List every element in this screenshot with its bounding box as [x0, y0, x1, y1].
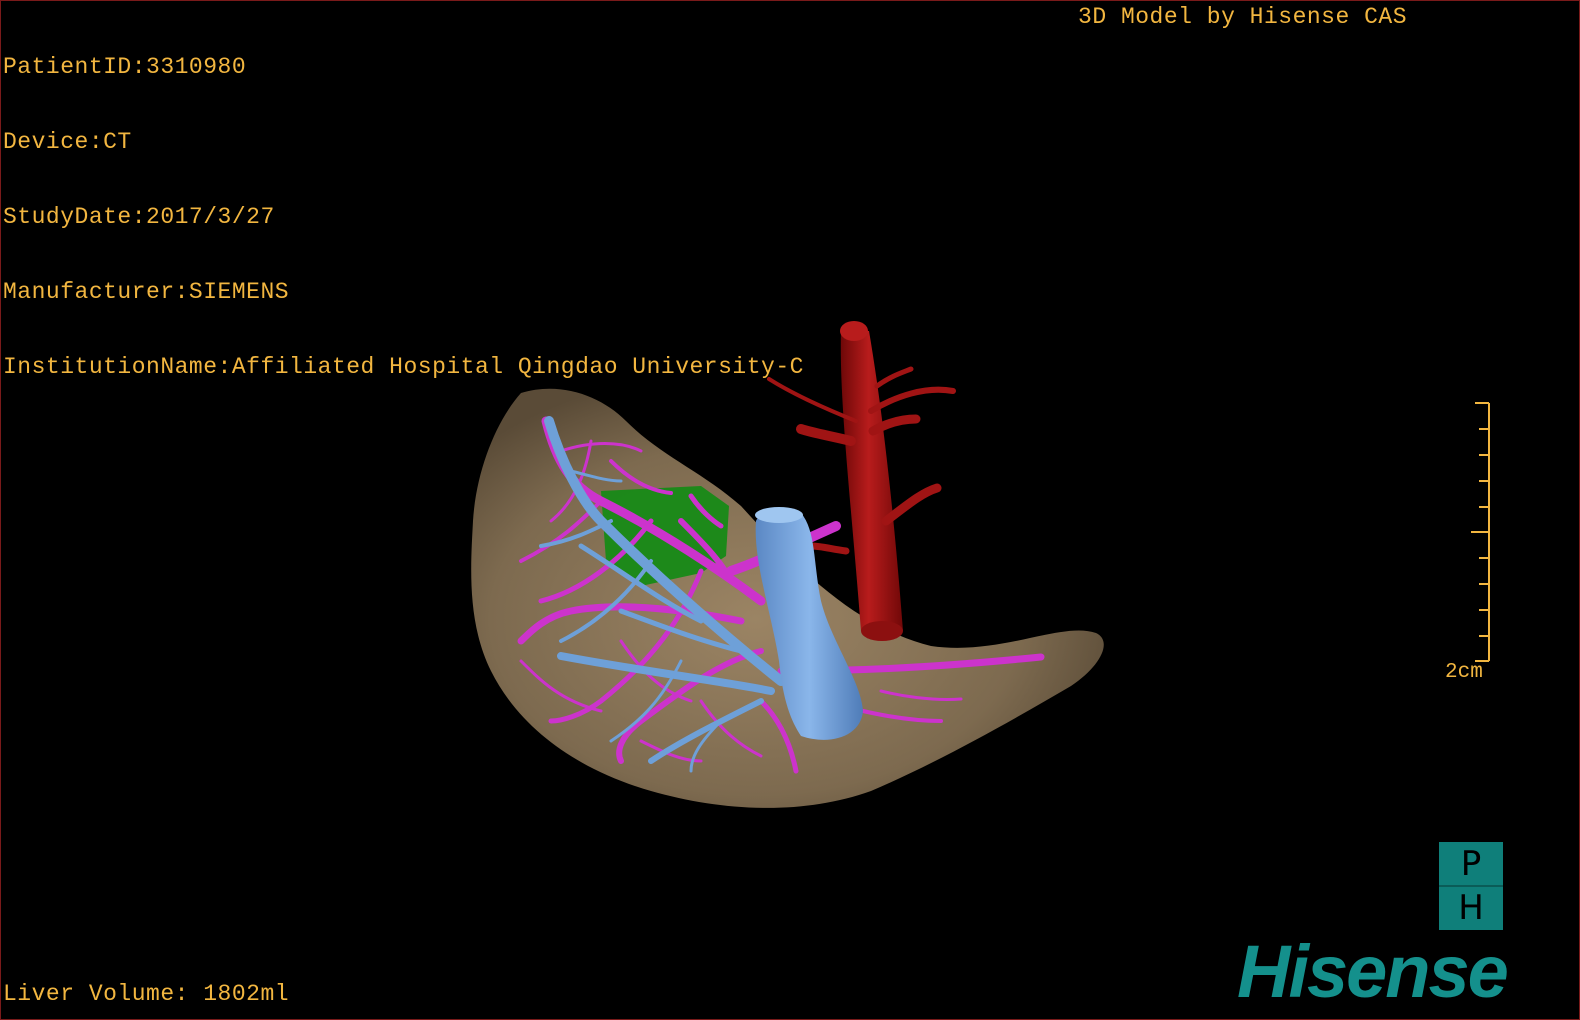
3d-viewport[interactable]: PatientID:3310980 Device:CT StudyDate:20… — [0, 0, 1580, 1020]
orientation-posterior: P — [1460, 844, 1482, 884]
dicom-info-block: PatientID:3310980 Device:CT StudyDate:20… — [3, 5, 804, 430]
manufacturer: Manufacturer:SIEMENS — [3, 279, 290, 305]
scale-bar-icon — [1471, 402, 1490, 662]
device: Device:CT — [3, 129, 132, 155]
orientation-head: H — [1458, 888, 1484, 928]
scale-label: 2cm — [1445, 661, 1483, 684]
model-credit: 3D Model by Hisense CAS — [1078, 4, 1407, 30]
study-date: StudyDate:2017/3/27 — [3, 204, 275, 230]
patient-id: PatientID:3310980 — [3, 54, 247, 80]
orientation-cube-icon[interactable]: P H — [1439, 842, 1503, 930]
hisense-logo: Hisense — [1237, 930, 1509, 1013]
orientation-divider — [1439, 885, 1503, 887]
institution-name: InstitutionName:Affiliated Hospital Qing… — [3, 354, 804, 380]
liver-volume: Liver Volume: 1802ml — [3, 981, 290, 1007]
